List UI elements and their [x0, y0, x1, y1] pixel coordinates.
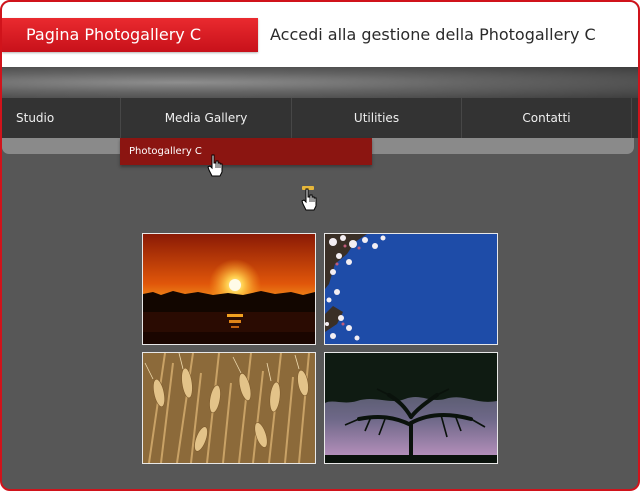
- gallery-thumbnail-tree[interactable]: [324, 352, 498, 464]
- hand-cursor-icon: [301, 188, 317, 211]
- nav-item-utilities[interactable]: Utilities: [292, 98, 462, 138]
- main-nav: Studio Media Gallery Utilities Contatti: [2, 98, 638, 138]
- page-subtitle: Accedi alla gestione della Photogallery …: [270, 25, 596, 44]
- gallery-thumbnail-wheat[interactable]: [142, 352, 316, 464]
- app-frame: Pagina Photogallery C Accedi alla gestio…: [0, 0, 640, 491]
- submenu-item-photogallery-c[interactable]: Photogallery C: [129, 138, 202, 165]
- banner: [2, 67, 638, 98]
- nav-item-media-gallery[interactable]: Media Gallery: [121, 98, 292, 138]
- header: Pagina Photogallery C Accedi alla gestio…: [2, 2, 638, 67]
- gallery-thumbnail-sunset[interactable]: [142, 233, 316, 345]
- hand-cursor-icon: [207, 154, 223, 177]
- page-title: Pagina Photogallery C: [2, 18, 258, 52]
- nav-item-studio[interactable]: Studio: [2, 98, 121, 138]
- submenu-dropdown: Photogallery C: [120, 138, 372, 165]
- nav-item-contatti[interactable]: Contatti: [462, 98, 632, 138]
- gallery-thumbnail-blossom-sky[interactable]: [324, 233, 498, 345]
